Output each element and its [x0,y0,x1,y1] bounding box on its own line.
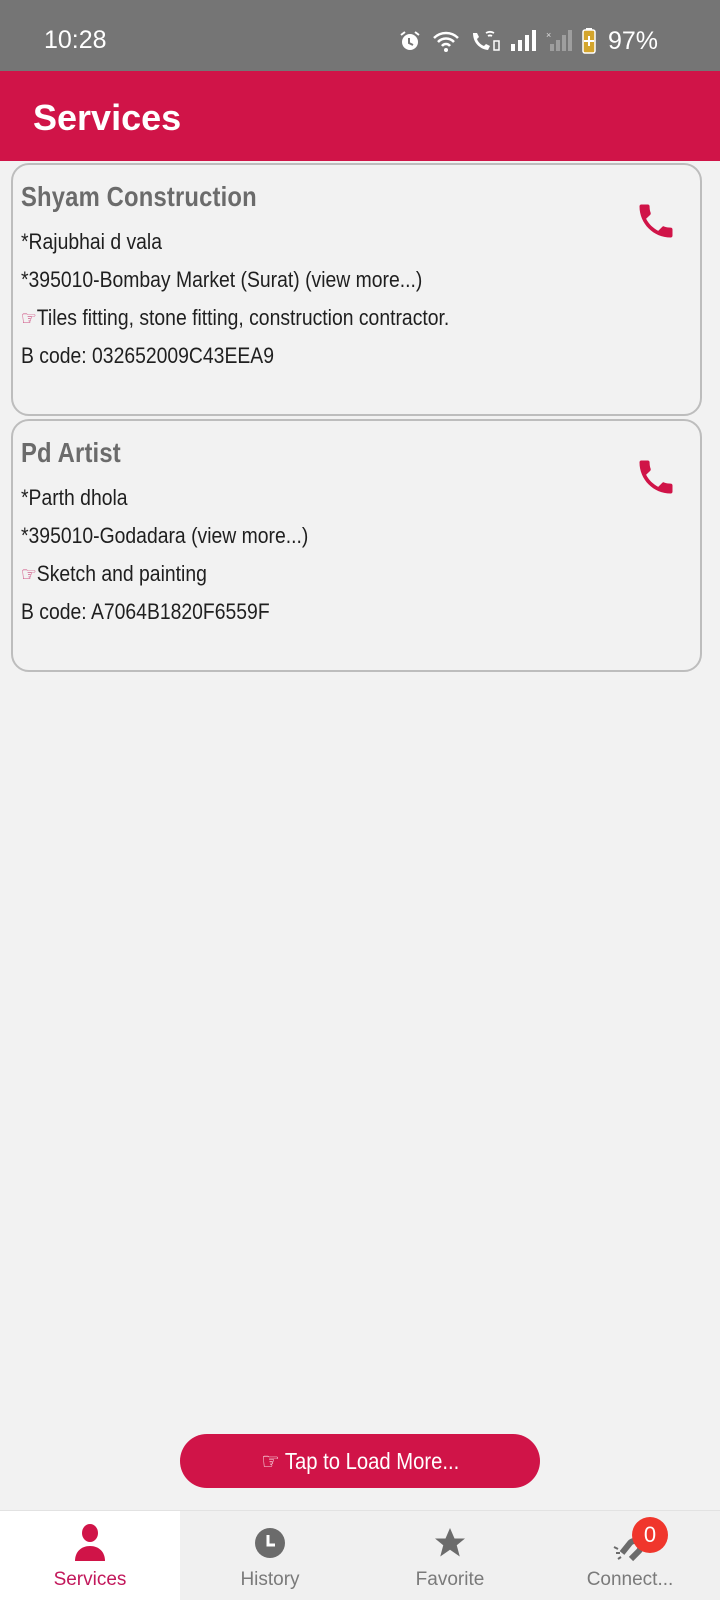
nav-tab-connect[interactable]: 0 Connect... [540,1511,720,1600]
nav-label: Connect... [586,1569,674,1590]
nav-tab-history[interactable]: History [180,1511,360,1600]
phone-icon [639,204,673,238]
nav-tab-favorite[interactable]: Favorite [360,1511,540,1600]
pointing-hand-icon: ☞ [21,308,37,330]
status-bar: 10:28 × 97% [0,0,720,71]
signal-off-icon: × [546,30,572,52]
phone-icon [639,460,673,494]
magnet-icon: 0 [610,1517,668,1563]
page-title: Services [33,97,182,138]
service-address-link[interactable]: *395010-Godadara (view more...) [21,523,308,549]
service-contact: *Rajubhai d vala [21,229,163,254]
service-bcode: B code: 032652009C43EEA9 [21,343,274,368]
alarm-icon [398,29,422,53]
service-description-text: Tiles fitting, stone fitting, constructi… [36,305,450,330]
battery-percent: 97% [607,26,658,55]
clock-icon [253,1523,287,1563]
call-button[interactable] [630,195,682,247]
nav-label: History [240,1569,300,1590]
service-name: Pd Artist [21,437,121,468]
nav-label: Favorite [415,1569,485,1590]
wifi-icon [432,29,460,53]
service-contact: *Parth dhola [21,485,128,510]
service-description-text: Sketch and painting [36,561,207,586]
status-time: 10:28 [44,26,107,54]
load-more-button[interactable]: ☞ Tap to Load More... [180,1434,540,1488]
app-bar: Services [0,71,720,161]
wifi-call-icon [470,29,500,53]
pointing-hand-icon: ☞ [21,564,37,586]
signal-icon [510,30,536,52]
load-more-label: ☞ Tap to Load More... [261,1447,459,1474]
nav-label: Services [53,1569,127,1590]
nav-tab-services[interactable]: Services [0,1511,180,1600]
star-icon [432,1523,468,1563]
service-name: Shyam Construction [21,181,257,212]
service-description: ☞Sketch and painting [21,561,207,587]
notification-badge: 0 [632,1517,668,1553]
bottom-nav: Services History Favorite 0 Connect... [0,1510,720,1600]
person-icon [72,1523,108,1563]
service-card[interactable]: Pd Artist *Parth dhola *395010-Godadara … [11,419,702,672]
call-button[interactable] [630,451,682,503]
service-address-link[interactable]: *395010-Bombay Market (Surat) (view more… [21,267,422,293]
service-bcode: B code: A7064B1820F6559F [21,599,270,624]
status-icons: × 97% [398,26,658,56]
svg-text:×: × [546,30,551,40]
service-card[interactable]: Shyam Construction *Rajubhai d vala *395… [11,163,702,416]
service-description: ☞Tiles fitting, stone fitting, construct… [21,305,449,331]
battery-charging-icon [582,28,596,54]
